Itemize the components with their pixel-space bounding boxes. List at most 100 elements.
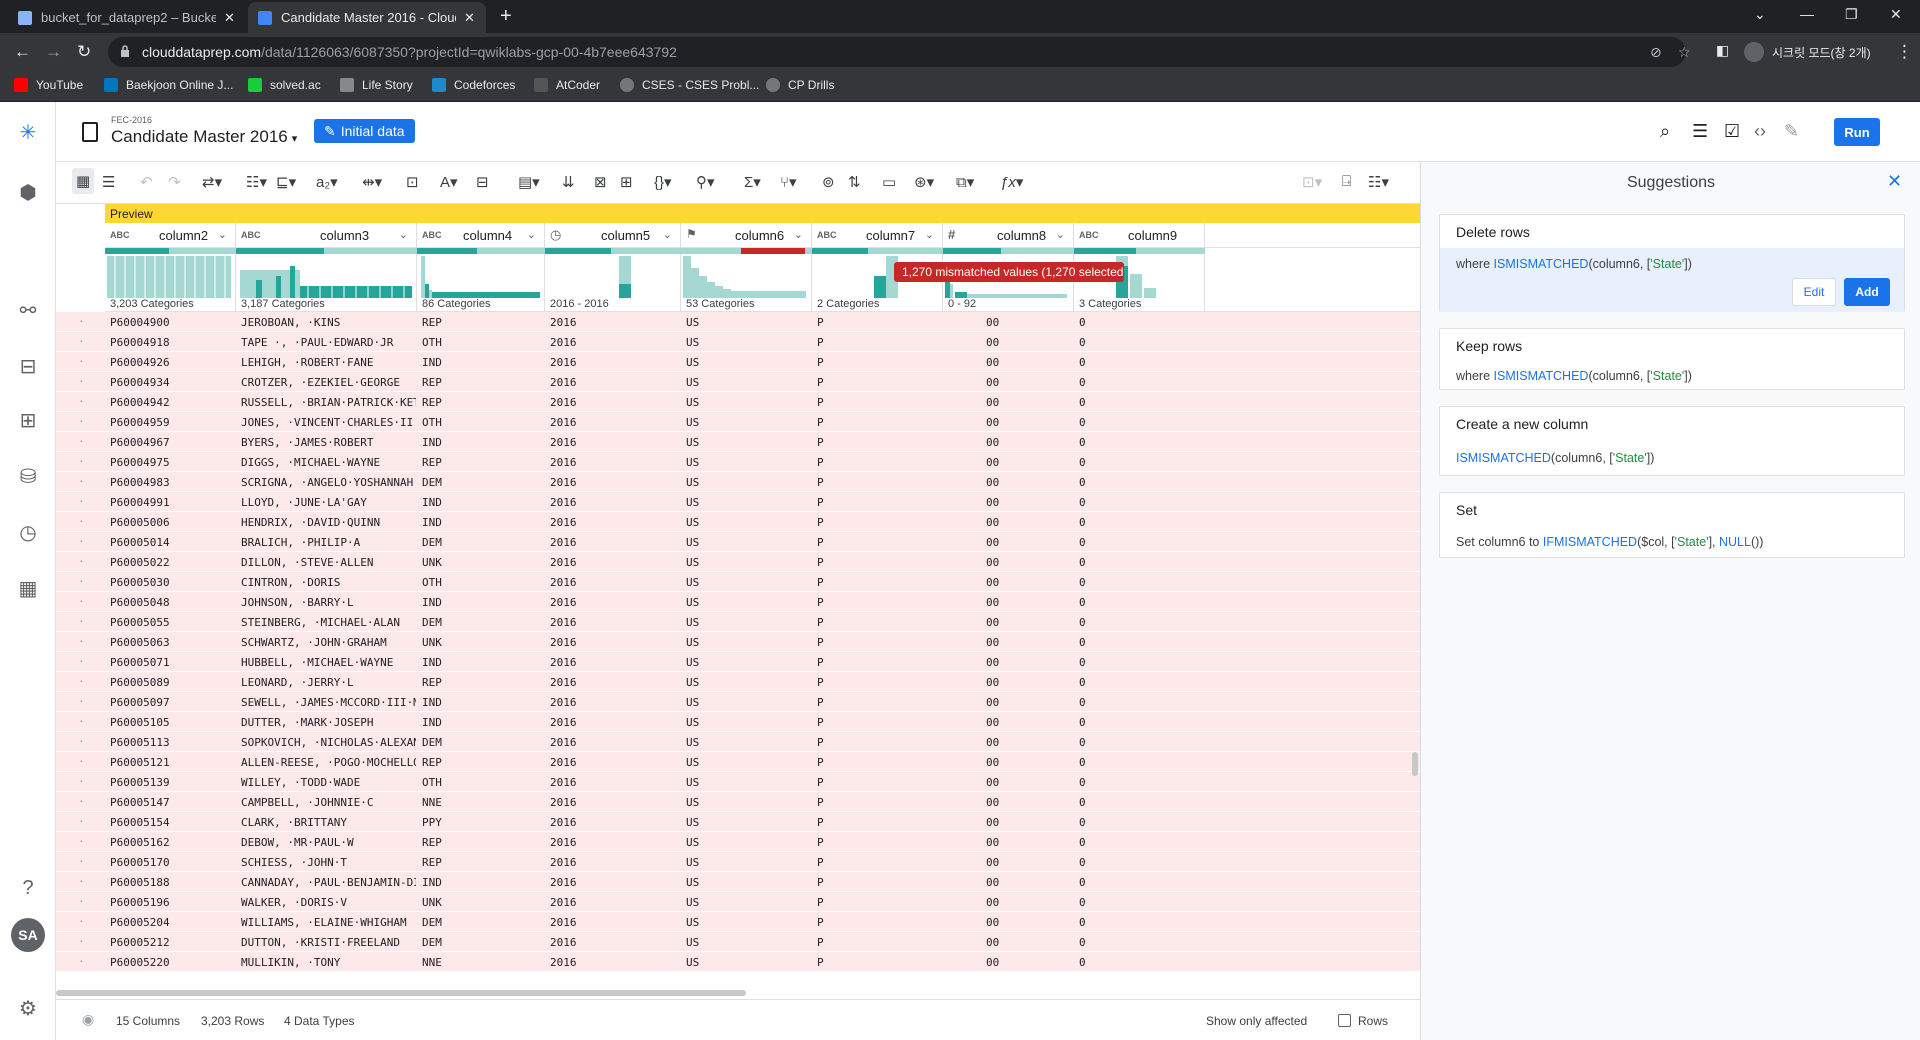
cell-column2[interactable]: P60005097 xyxy=(110,696,235,709)
cell-column6[interactable]: US xyxy=(686,796,811,809)
row-handle[interactable]: · xyxy=(78,415,85,428)
cell-column4[interactable]: REP xyxy=(422,676,542,689)
cell-column9[interactable]: 0 xyxy=(1079,416,1159,429)
suggestion-set[interactable]: Set Set column6 to IFMISMATCHED($col, ['… xyxy=(1439,492,1905,558)
cell-column5[interactable]: 2016 xyxy=(550,396,680,409)
cell-column4[interactable]: UNK xyxy=(422,556,542,569)
library-icon[interactable]: ⊞ xyxy=(14,406,42,434)
column-header-column6[interactable]: ⚑ column6 ⌄ xyxy=(681,223,812,248)
cell-column5[interactable]: 2016 xyxy=(550,736,680,749)
cell-column8[interactable]: 00 xyxy=(986,656,1010,669)
cell-column3[interactable]: JEROBOAN, ·KINS xyxy=(241,316,416,329)
cell-column8[interactable]: 00 xyxy=(986,516,1010,529)
table-row[interactable]: · P60004900 JEROBOAN, ·KINS REP 2016 US P 00 0 xyxy=(56,312,1420,332)
cell-column9[interactable]: 0 xyxy=(1079,476,1159,489)
cell-column8[interactable]: 00 xyxy=(986,616,1010,629)
schedule-icon[interactable]: ▦ xyxy=(14,574,42,602)
row-handle[interactable]: · xyxy=(78,635,85,648)
edit-button[interactable]: Edit xyxy=(1792,278,1836,306)
search-icon[interactable]: ⌕ xyxy=(1660,121,1670,142)
row-handle[interactable]: · xyxy=(78,375,85,388)
cell-column7[interactable]: P xyxy=(817,356,942,369)
table-row[interactable]: · P60004983 SCRIGNA, ·ANGELO·YOSHANNAH DEM 2… xyxy=(56,472,1420,492)
cell-column3[interactable]: SEWELL, ·JAMES·MCCORD·III·MRS xyxy=(241,696,416,709)
cell-column7[interactable]: P xyxy=(817,416,942,429)
cell-column4[interactable]: OTH xyxy=(422,416,542,429)
cell-column2[interactable]: P60005170 xyxy=(110,856,235,869)
cell-column3[interactable]: HUBBELL, ·MICHAEL·WAYNE xyxy=(241,656,416,669)
cell-column6[interactable]: US xyxy=(686,436,811,449)
histogram-column4[interactable]: 86 Categories xyxy=(417,254,545,312)
cell-column3[interactable]: SCHWARTZ, ·JOHN·GRAHAM xyxy=(241,636,416,649)
suggestion-new-column[interactable]: Create a new column ISMISMATCHED(column6… xyxy=(1439,406,1905,476)
cell-column8[interactable]: 00 xyxy=(986,836,1010,849)
row-handle[interactable]: · xyxy=(78,575,85,588)
cell-column6[interactable]: US xyxy=(686,936,811,949)
flows-icon[interactable]: ⬢ xyxy=(14,178,42,206)
cell-column7[interactable]: P xyxy=(817,456,942,469)
cell-column5[interactable]: 2016 xyxy=(550,436,680,449)
cell-column3[interactable]: CAMPBELL, ·JOHNNIE·C xyxy=(241,796,416,809)
table-row[interactable]: · P60005196 WALKER, ·DORIS·V UNK 2016 US P 00 0 xyxy=(56,892,1420,912)
row-handle[interactable]: · xyxy=(78,475,85,488)
table-row[interactable]: · P60005212 DUTTON, ·KRISTI·FREELAND DEM 201… xyxy=(56,932,1420,952)
cell-column8[interactable]: 00 xyxy=(986,416,1010,429)
cell-column7[interactable]: P xyxy=(817,396,942,409)
row-handle[interactable]: · xyxy=(78,875,85,888)
cell-column6[interactable]: US xyxy=(686,816,811,829)
cell-column7[interactable]: P xyxy=(817,336,942,349)
cell-column5[interactable]: 2016 xyxy=(550,916,680,929)
cell-column6[interactable]: US xyxy=(686,896,811,909)
chevron-down-icon[interactable]: ⌄ xyxy=(218,228,227,241)
cell-column9[interactable]: 0 xyxy=(1079,336,1159,349)
cell-column5[interactable]: 2016 xyxy=(550,756,680,769)
cell-column3[interactable]: ALLEN-REESE, ·POGO·MOCHELLO xyxy=(241,756,416,769)
cell-column5[interactable]: 2016 xyxy=(550,876,680,889)
cell-column3[interactable]: BYERS, ·JAMES·ROBERT xyxy=(241,436,416,449)
function-icon[interactable]: ƒx▾ xyxy=(1000,173,1023,191)
cell-column3[interactable]: LEHIGH, ·ROBERT·FANE xyxy=(241,356,416,369)
cell-column6[interactable]: US xyxy=(686,956,811,969)
cell-column4[interactable]: PPY xyxy=(422,816,542,829)
cell-column5[interactable]: 2016 xyxy=(550,776,680,789)
cell-column9[interactable]: 0 xyxy=(1079,856,1159,869)
user-avatar[interactable]: SA xyxy=(11,918,45,952)
cell-column6[interactable]: US xyxy=(686,696,811,709)
cell-column7[interactable]: P xyxy=(817,376,942,389)
table-row[interactable]: · P60005105 DUTTER, ·MARK·JOSEPH IND 2016 US P… xyxy=(56,712,1420,732)
column-header-column5[interactable]: ◷ column5 ⌄ xyxy=(545,223,681,248)
cell-column2[interactable]: P60004926 xyxy=(110,356,235,369)
row-handle[interactable]: · xyxy=(78,935,85,948)
bookmark-star-icon[interactable]: ☆ xyxy=(1678,44,1691,61)
pivot-icon[interactable]: ⊠ xyxy=(594,173,607,191)
cell-column3[interactable]: DIGGS, ·MICHAEL·WAYNE xyxy=(241,456,416,469)
row-handle[interactable]: · xyxy=(78,355,85,368)
cell-column2[interactable]: P60005139 xyxy=(110,776,235,789)
export-icon[interactable]: ⍈ xyxy=(1342,173,1351,190)
cell-column4[interactable]: IND xyxy=(422,716,542,729)
cell-column2[interactable]: P60005071 xyxy=(110,656,235,669)
close-tab-icon[interactable]: ✕ xyxy=(224,10,235,26)
eye-icon[interactable]: ◉ xyxy=(82,1011,94,1028)
cell-column9[interactable]: 0 xyxy=(1079,556,1159,569)
bookmark-atcoder[interactable]: AtCoder xyxy=(534,78,600,92)
cell-column4[interactable]: DEM xyxy=(422,936,542,949)
cell-column7[interactable]: P xyxy=(817,696,942,709)
cell-column9[interactable]: 0 xyxy=(1079,896,1159,909)
cell-column9[interactable]: 0 xyxy=(1079,596,1159,609)
cell-column3[interactable]: WILLEY, ·TODD·WADE xyxy=(241,776,416,789)
cell-column6[interactable]: US xyxy=(686,736,811,749)
cell-column8[interactable]: 00 xyxy=(986,936,1010,949)
cell-column4[interactable]: IND xyxy=(422,876,542,889)
cell-column2[interactable]: P60005063 xyxy=(110,636,235,649)
table-row[interactable]: · P60004991 LLOYD, ·JUNE·LA'GAY IND 2016 US P 0… xyxy=(56,492,1420,512)
cell-column5[interactable]: 2016 xyxy=(550,536,680,549)
bookmark-baekjoon[interactable]: Baekjoon Online J... xyxy=(104,78,233,92)
column-header-column9[interactable]: ABC column9 xyxy=(1074,223,1205,248)
cell-column6[interactable]: US xyxy=(686,716,811,729)
cell-column5[interactable]: 2016 xyxy=(550,556,680,569)
cell-column9[interactable]: 0 xyxy=(1079,676,1159,689)
table-row[interactable]: · P60005055 STEINBERG, ·MICHAEL·ALAN DEM 201… xyxy=(56,612,1420,632)
suggestion-delete-rows[interactable]: Delete rows where ISMISMATCHED(column6, … xyxy=(1439,214,1905,312)
macro-icon[interactable]: ⊛▾ xyxy=(914,173,934,191)
